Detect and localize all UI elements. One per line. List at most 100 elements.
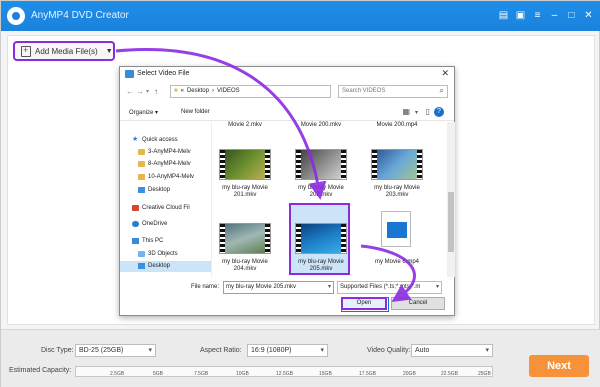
nav-item-folder[interactable]: 10-AnyMP4-Melv xyxy=(138,174,194,180)
nav-label: 3-AnyMP4-Melv xyxy=(148,149,191,155)
settings-bar: Disc Type: BD-25 (25GB) Aspect Ratio: 16… xyxy=(1,329,600,387)
minimize-icon[interactable]: – xyxy=(548,9,561,22)
file-name-label[interactable]: Movie 2.mkv xyxy=(215,122,275,129)
organize-button[interactable]: Organize ▾ xyxy=(129,109,158,116)
search-input[interactable]: Search VIDEOS ⌕ xyxy=(338,85,448,98)
capacity-tick: 7.5GB xyxy=(194,371,209,377)
capacity-tick: 25GB xyxy=(478,371,491,377)
address-row: ← → ▾ ↑ ■ « Desktop › VIDEOS Search VIDE… xyxy=(120,83,454,101)
file-name-label[interactable]: my blu-ray Movie 203.mkv xyxy=(367,185,427,199)
path-sep: « xyxy=(180,88,184,94)
scrollbar-thumb[interactable] xyxy=(448,192,454,252)
cancel-button[interactable]: Cancel xyxy=(391,297,445,310)
cube-icon xyxy=(138,251,145,257)
add-file-icon xyxy=(21,45,31,57)
nav-item-folder[interactable]: 8-AnyMP4-Melv xyxy=(138,161,191,167)
file-name-label[interactable]: my blu-ray Movie 201.mkv xyxy=(215,185,275,199)
cart-icon[interactable]: ▣ xyxy=(514,9,527,22)
nav-onedrive[interactable]: OneDrive xyxy=(132,221,167,227)
file-name-input[interactable]: my blu-ray Movie 205.mkv xyxy=(223,281,334,294)
next-button[interactable]: Next xyxy=(529,355,589,377)
add-media-button[interactable]: Add Media File(s) ▼ xyxy=(13,41,115,61)
dialog-close-icon[interactable]: ✕ xyxy=(441,68,449,79)
search-placeholder: Search VIDEOS xyxy=(342,88,386,94)
file-name-label[interactable]: Movie 200.mkv xyxy=(291,122,351,129)
video-thumbnail[interactable] xyxy=(371,149,423,180)
view-options-icon[interactable]: ▦ xyxy=(402,107,410,116)
star-icon: ★ xyxy=(132,136,139,143)
file-vertical-scrollbar[interactable] xyxy=(447,122,455,277)
nav-label: Desktop xyxy=(148,187,171,193)
window-controls: ▤ ▣ ≡ – □ ✕ xyxy=(497,9,595,22)
recent-dropdown-icon[interactable]: ▾ xyxy=(146,88,149,95)
folder-icon xyxy=(125,70,134,78)
file-name-label[interactable]: my Movie 6.mp4 xyxy=(367,259,427,266)
nav-this-pc[interactable]: This PC xyxy=(132,238,163,244)
app-title: AnyMP4 DVD Creator xyxy=(31,10,129,21)
file-type-select[interactable]: Supported Files (*.ts;*.mts;*.m xyxy=(337,281,442,294)
capacity-tick: 12.5GB xyxy=(276,371,293,377)
open-button[interactable]: Open xyxy=(341,297,389,312)
capacity-tick: 10GB xyxy=(236,371,249,377)
video-thumbnail-selected[interactable] xyxy=(295,223,347,254)
file-name-label[interactable]: Movie 200.mp4 xyxy=(367,122,427,129)
video-quality-select[interactable]: Auto xyxy=(411,344,493,357)
nav-label: 8-AnyMP4-Melv xyxy=(148,161,191,167)
file-name-label[interactable]: my blu-ray Movie 202.mkv xyxy=(291,185,351,199)
dialog-title: Select Video File xyxy=(137,70,190,77)
help-icon[interactable]: ? xyxy=(434,107,444,117)
nav-label: This PC xyxy=(142,238,164,244)
desktop-icon xyxy=(138,263,145,269)
folder-icon xyxy=(138,161,145,167)
navigation-pane: ★ Quick access 3-AnyMP4-Melv 8-AnyMP4-Me… xyxy=(120,122,212,277)
app-window: AnyMP4 DVD Creator ▤ ▣ ≡ – □ ✕ Add Media… xyxy=(0,0,600,387)
file-name-label[interactable]: my blu-ray Movie 205.mkv xyxy=(291,259,351,273)
capacity-tick: 22.5GB xyxy=(441,371,458,377)
nav-item-folder[interactable]: 3-AnyMP4-Melv xyxy=(138,149,191,155)
close-icon[interactable]: ✕ xyxy=(582,9,595,22)
capacity-label: Estimated Capacity: xyxy=(9,367,72,374)
nav-label: Creative Cloud Fil xyxy=(142,205,190,211)
new-folder-button[interactable]: New folder xyxy=(181,109,210,115)
app-logo-icon xyxy=(7,7,25,25)
file-name-label[interactable]: my blu-ray Movie 204.mkv xyxy=(215,259,275,273)
video-thumbnail[interactable] xyxy=(219,149,271,180)
up-arrow-icon[interactable]: ↑ xyxy=(154,87,158,96)
nav-3d-objects[interactable]: 3D Objects xyxy=(138,251,178,257)
nav-creative-cloud[interactable]: Creative Cloud Fil xyxy=(132,205,190,211)
document-icon[interactable]: ▤ xyxy=(497,9,510,22)
nav-label: OneDrive xyxy=(142,221,168,227)
video-thumbnail[interactable] xyxy=(219,223,271,254)
aspect-ratio-select[interactable]: 16:9 (1080P) xyxy=(247,344,328,357)
nav-label: Desktop xyxy=(148,263,171,269)
dialog-toolbar: Organize ▾ New folder ▦ ▾ ▯ ? xyxy=(120,104,454,121)
aspect-ratio-label: Aspect Ratio: xyxy=(200,347,242,354)
disc-type-select[interactable]: BD-25 (25GB) xyxy=(75,344,156,357)
address-bar[interactable]: ■ « Desktop › VIDEOS xyxy=(170,85,331,98)
nav-desktop[interactable]: Desktop xyxy=(138,263,170,269)
menu-icon[interactable]: ≡ xyxy=(531,9,544,22)
nav-quick-access[interactable]: ★ Quick access xyxy=(132,136,178,143)
folder-icon xyxy=(138,149,145,155)
capacity-tick: 17.5GB xyxy=(359,371,376,377)
forward-arrow-icon[interactable]: → xyxy=(136,87,144,96)
file-name-field-label: File name: xyxy=(191,284,220,290)
back-arrow-icon[interactable]: ← xyxy=(126,87,134,96)
nav-label: 10-AnyMP4-Melv xyxy=(148,174,195,180)
breadcrumb-desktop[interactable]: Desktop xyxy=(187,88,209,95)
chevron-down-icon[interactable]: ▼ xyxy=(106,48,113,55)
breadcrumb-videos[interactable]: VIDEOS xyxy=(217,88,240,95)
video-thumbnail[interactable] xyxy=(295,149,347,180)
capacity-tick: 5GB xyxy=(153,371,164,377)
folder-icon xyxy=(138,174,145,180)
nav-item-desktop-quick[interactable]: Desktop xyxy=(138,187,170,193)
view-dropdown-icon[interactable]: ▾ xyxy=(415,109,418,116)
media-file-icon[interactable] xyxy=(381,211,411,247)
preview-pane-icon[interactable]: ▯ xyxy=(426,107,430,116)
dialog-title-bar: Select Video File xyxy=(120,67,454,82)
desktop-icon xyxy=(138,187,145,193)
nav-label: Quick access xyxy=(142,137,178,143)
capacity-tick: 2.5GB xyxy=(110,371,125,377)
maximize-icon[interactable]: □ xyxy=(565,9,578,22)
video-quality-label: Video Quality: xyxy=(367,347,411,354)
